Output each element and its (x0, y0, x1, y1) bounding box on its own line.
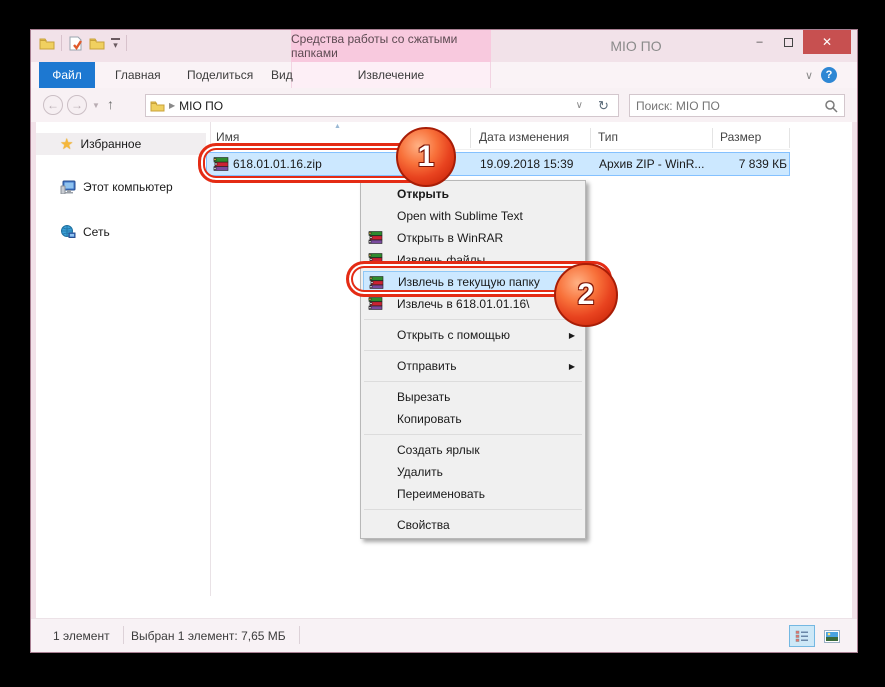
star-icon: ★ (60, 135, 73, 153)
menu-item-properties[interactable]: Свойства (363, 514, 583, 536)
search-input[interactable] (636, 99, 824, 113)
navigation-bar: ← → ▼ ↑ ▶ MIO ПО ∨ ↻ (31, 88, 857, 122)
annotation-step-1: 1 (396, 127, 456, 187)
quick-access-toolbar: ▾ (39, 35, 127, 51)
file-size: 7 839 КБ (647, 157, 787, 171)
menu-separator (364, 509, 582, 510)
column-header-date[interactable]: Дата изменения (479, 130, 569, 144)
menu-item-open-with[interactable]: Открыть с помощью ▶ (363, 324, 583, 346)
tab-home[interactable]: Главная (103, 62, 173, 88)
details-view-button[interactable] (789, 625, 815, 647)
menu-separator (364, 434, 582, 435)
minimize-button[interactable]: – (745, 30, 774, 54)
thumbnails-view-icon (824, 630, 840, 643)
ribbon-tab-bar: Файл Главная Поделиться Вид Извлечение ∨… (31, 62, 857, 88)
help-button[interactable]: ? (821, 67, 837, 83)
navigation-pane: ★ Избранное Этот компьютер Сеть (36, 122, 210, 618)
submenu-arrow-icon: ▶ (569, 362, 575, 371)
folder-icon (150, 100, 165, 112)
address-dropdown-icon[interactable]: ∨ (576, 100, 585, 111)
forward-button[interactable]: → (67, 95, 87, 115)
tab-file[interactable]: Файл (39, 62, 95, 88)
qat-separator (126, 35, 127, 51)
network-icon (60, 225, 76, 239)
menu-item-open[interactable]: Открыть (363, 183, 583, 205)
winrar-icon (368, 297, 383, 313)
tab-share[interactable]: Поделиться (175, 62, 265, 88)
annotation-step-2: 2 (554, 263, 618, 327)
submenu-arrow-icon: ▶ (569, 331, 575, 340)
sidebar-item-label: Сеть (83, 225, 110, 239)
new-folder-icon[interactable] (89, 37, 105, 50)
file-date: 19.09.2018 15:39 (480, 157, 573, 171)
refresh-button[interactable]: ↻ (589, 94, 619, 117)
search-box[interactable] (629, 94, 845, 117)
search-icon (824, 99, 838, 113)
computer-icon (60, 180, 76, 194)
breadcrumb-arrow-icon: ▶ (169, 101, 175, 110)
recent-locations-icon[interactable]: ▼ (92, 101, 100, 110)
qat-separator (61, 35, 62, 51)
details-view-icon (795, 630, 809, 642)
menu-separator (364, 350, 582, 351)
tab-view[interactable]: Вид (259, 62, 305, 88)
menu-item-cut[interactable]: Вырезать (363, 386, 583, 408)
menu-item-send-to[interactable]: Отправить ▶ (363, 355, 583, 377)
winrar-icon (368, 231, 383, 247)
menu-item-copy[interactable]: Копировать (363, 408, 583, 430)
sidebar-item-this-pc[interactable]: Этот компьютер (36, 176, 206, 198)
maximize-button[interactable] (774, 30, 803, 54)
back-button[interactable]: ← (43, 95, 63, 115)
sidebar-item-label: Этот компьютер (83, 180, 173, 194)
menu-item-create-shortcut[interactable]: Создать ярлык (363, 439, 583, 461)
selection-summary: Выбран 1 элемент: 7,65 МБ (131, 629, 286, 643)
menu-item-open-sublime[interactable]: Open with Sublime Text (363, 205, 583, 227)
items-count: 1 элемент (53, 629, 110, 643)
context-menu: Открыть Open with Sublime Text Открыть в… (360, 180, 586, 539)
contextual-tab-group-header: Средства работы со сжатыми папками (291, 30, 491, 62)
address-bar[interactable]: ▶ MIO ПО ∨ (145, 94, 590, 117)
thumbnails-view-button[interactable] (819, 625, 845, 647)
properties-icon[interactable] (68, 36, 83, 51)
up-button[interactable]: ↑ (107, 96, 114, 112)
breadcrumb[interactable]: MIO ПО (179, 99, 223, 113)
status-bar: 1 элемент Выбран 1 элемент: 7,65 МБ (31, 618, 857, 652)
window-title: MIO ПО (571, 30, 701, 62)
folder-icon (39, 37, 55, 50)
chevron-down-icon[interactable]: ∨ (805, 69, 813, 82)
column-header-name[interactable]: Имя (216, 130, 239, 144)
menu-item-rename[interactable]: Переименовать (363, 483, 583, 505)
maximize-icon (784, 38, 793, 47)
column-header-type[interactable]: Тип (598, 130, 618, 144)
column-header-size[interactable]: Размер (720, 130, 761, 144)
sidebar-item-favorites[interactable]: ★ Избранное (36, 133, 206, 155)
menu-item-open-winrar[interactable]: Открыть в WinRAR (363, 227, 583, 249)
title-bar: ▾ Средства работы со сжатыми папками MIO… (31, 30, 857, 62)
customize-qat-icon[interactable]: ▾ (111, 38, 120, 49)
close-button[interactable]: ✕ (803, 30, 851, 54)
menu-item-delete[interactable]: Удалить (363, 461, 583, 483)
sidebar-item-network[interactable]: Сеть (36, 221, 206, 243)
menu-separator (364, 381, 582, 382)
menu-separator (364, 319, 582, 320)
tab-extract[interactable]: Извлечение (331, 62, 451, 88)
sidebar-item-label: Избранное (80, 137, 141, 151)
sort-ascending-icon: ▲ (334, 123, 341, 130)
